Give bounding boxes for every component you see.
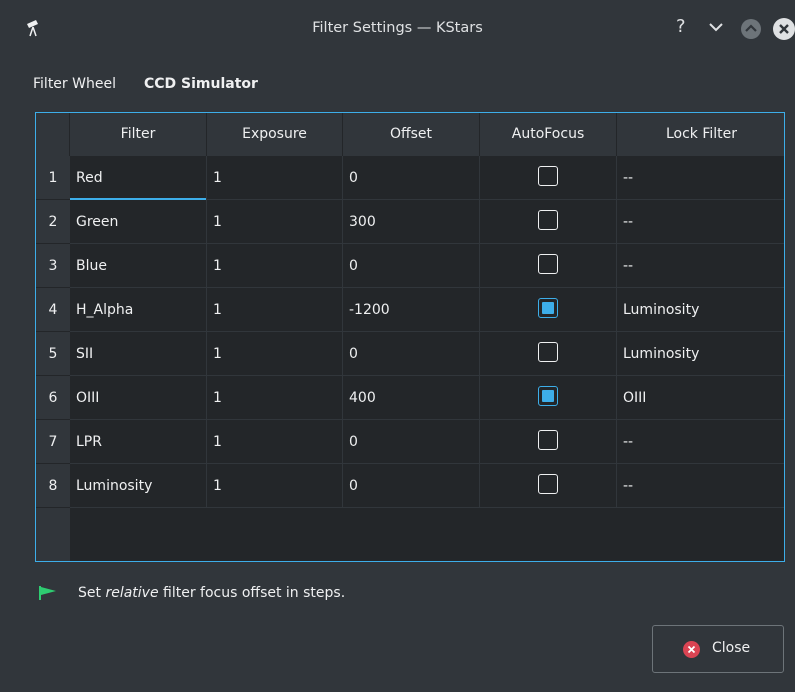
close-window-icon [779,24,789,34]
autofocus-checkbox[interactable] [538,386,558,406]
autofocus-cell[interactable] [480,332,617,376]
lock-filter-cell[interactable]: -- [617,156,784,200]
minimize-icon[interactable] [708,19,724,35]
exposure-cell[interactable]: 1 [207,376,343,420]
column-header-lock-filter[interactable]: Lock Filter [617,113,784,156]
hint-prefix: Set [78,585,106,601]
row-header[interactable]: 3 [36,244,70,288]
offset-cell[interactable]: 0 [343,420,480,464]
title-bar: Filter Settings — KStars ? [0,0,795,62]
lock-filter-cell[interactable]: -- [617,200,784,244]
maximize-button[interactable] [741,19,761,39]
row-header[interactable]: 8 [36,464,70,508]
autofocus-checkbox[interactable] [538,430,558,450]
column-header-filter[interactable]: Filter [70,113,207,156]
autofocus-cell[interactable] [480,420,617,464]
autofocus-cell[interactable] [480,376,617,420]
lock-filter-cell[interactable]: -- [617,244,784,288]
exposure-cell[interactable]: 1 [207,244,343,288]
table-corner[interactable] [36,113,70,156]
filter-wheel-value: CCD Simulator [144,76,258,92]
exposure-cell[interactable]: 1 [207,288,343,332]
exposure-cell[interactable]: 1 [207,332,343,376]
hint-suffix: filter focus offset in steps. [158,585,346,601]
autofocus-cell[interactable] [480,244,617,288]
lock-filter-cell[interactable]: Luminosity [617,332,784,376]
filter-cell[interactable]: H_Alpha [70,288,207,332]
autofocus-checkbox[interactable] [538,298,558,318]
filter-table[interactable]: Filter Exposure Offset AutoFocus Lock Fi… [35,112,785,562]
offset-cell[interactable]: -1200 [343,288,480,332]
lock-filter-cell[interactable]: -- [617,420,784,464]
hint-emphasis: relative [105,585,159,601]
row-header[interactable]: 7 [36,420,70,464]
filter-cell[interactable]: Green [70,200,207,244]
autofocus-checkbox[interactable] [538,210,558,230]
flag-icon [39,586,56,600]
lock-filter-cell[interactable]: Luminosity [617,288,784,332]
exposure-cell[interactable]: 1 [207,464,343,508]
offset-cell[interactable]: 0 [343,156,480,200]
offset-cell[interactable]: 0 [343,244,480,288]
exposure-cell[interactable]: 1 [207,200,343,244]
column-header-offset[interactable]: Offset [343,113,480,156]
column-header-exposure[interactable]: Exposure [207,113,343,156]
autofocus-cell[interactable] [480,156,617,200]
row-header[interactable]: 4 [36,288,70,332]
filter-cell[interactable]: Luminosity [70,464,207,508]
autofocus-cell[interactable] [480,288,617,332]
lock-filter-cell[interactable]: OIII [617,376,784,420]
autofocus-cell[interactable] [480,464,617,508]
filter-wheel-label: Filter Wheel [33,76,116,92]
offset-cell[interactable]: 400 [343,376,480,420]
row-header[interactable]: 2 [36,200,70,244]
filter-cell[interactable]: Red [70,156,207,200]
close-button-label: Close [712,640,751,656]
exposure-cell[interactable]: 1 [207,420,343,464]
maximize-icon [745,24,757,32]
filter-cell[interactable]: OIII [70,376,207,420]
filter-cell[interactable]: Blue [70,244,207,288]
offset-hint: Set relative filter focus offset in step… [78,585,345,601]
autofocus-cell[interactable] [480,200,617,244]
row-header[interactable]: 6 [36,376,70,420]
offset-cell[interactable]: 0 [343,464,480,508]
row-header[interactable]: 5 [36,332,70,376]
offset-cell[interactable]: 0 [343,332,480,376]
autofocus-checkbox[interactable] [538,254,558,274]
autofocus-checkbox[interactable] [538,474,558,494]
row-header-empty [36,508,70,561]
filter-cell[interactable]: SII [70,332,207,376]
close-window-button[interactable] [773,18,795,40]
filter-cell[interactable]: LPR [70,420,207,464]
autofocus-checkbox[interactable] [538,342,558,362]
close-icon [683,641,700,658]
column-header-autofocus[interactable]: AutoFocus [480,113,617,156]
offset-cell[interactable]: 300 [343,200,480,244]
close-button[interactable]: Close [652,625,784,673]
row-header[interactable]: 1 [36,156,70,200]
autofocus-checkbox[interactable] [538,166,558,186]
lock-filter-cell[interactable]: -- [617,464,784,508]
exposure-cell[interactable]: 1 [207,156,343,200]
help-button[interactable]: ? [676,16,686,37]
